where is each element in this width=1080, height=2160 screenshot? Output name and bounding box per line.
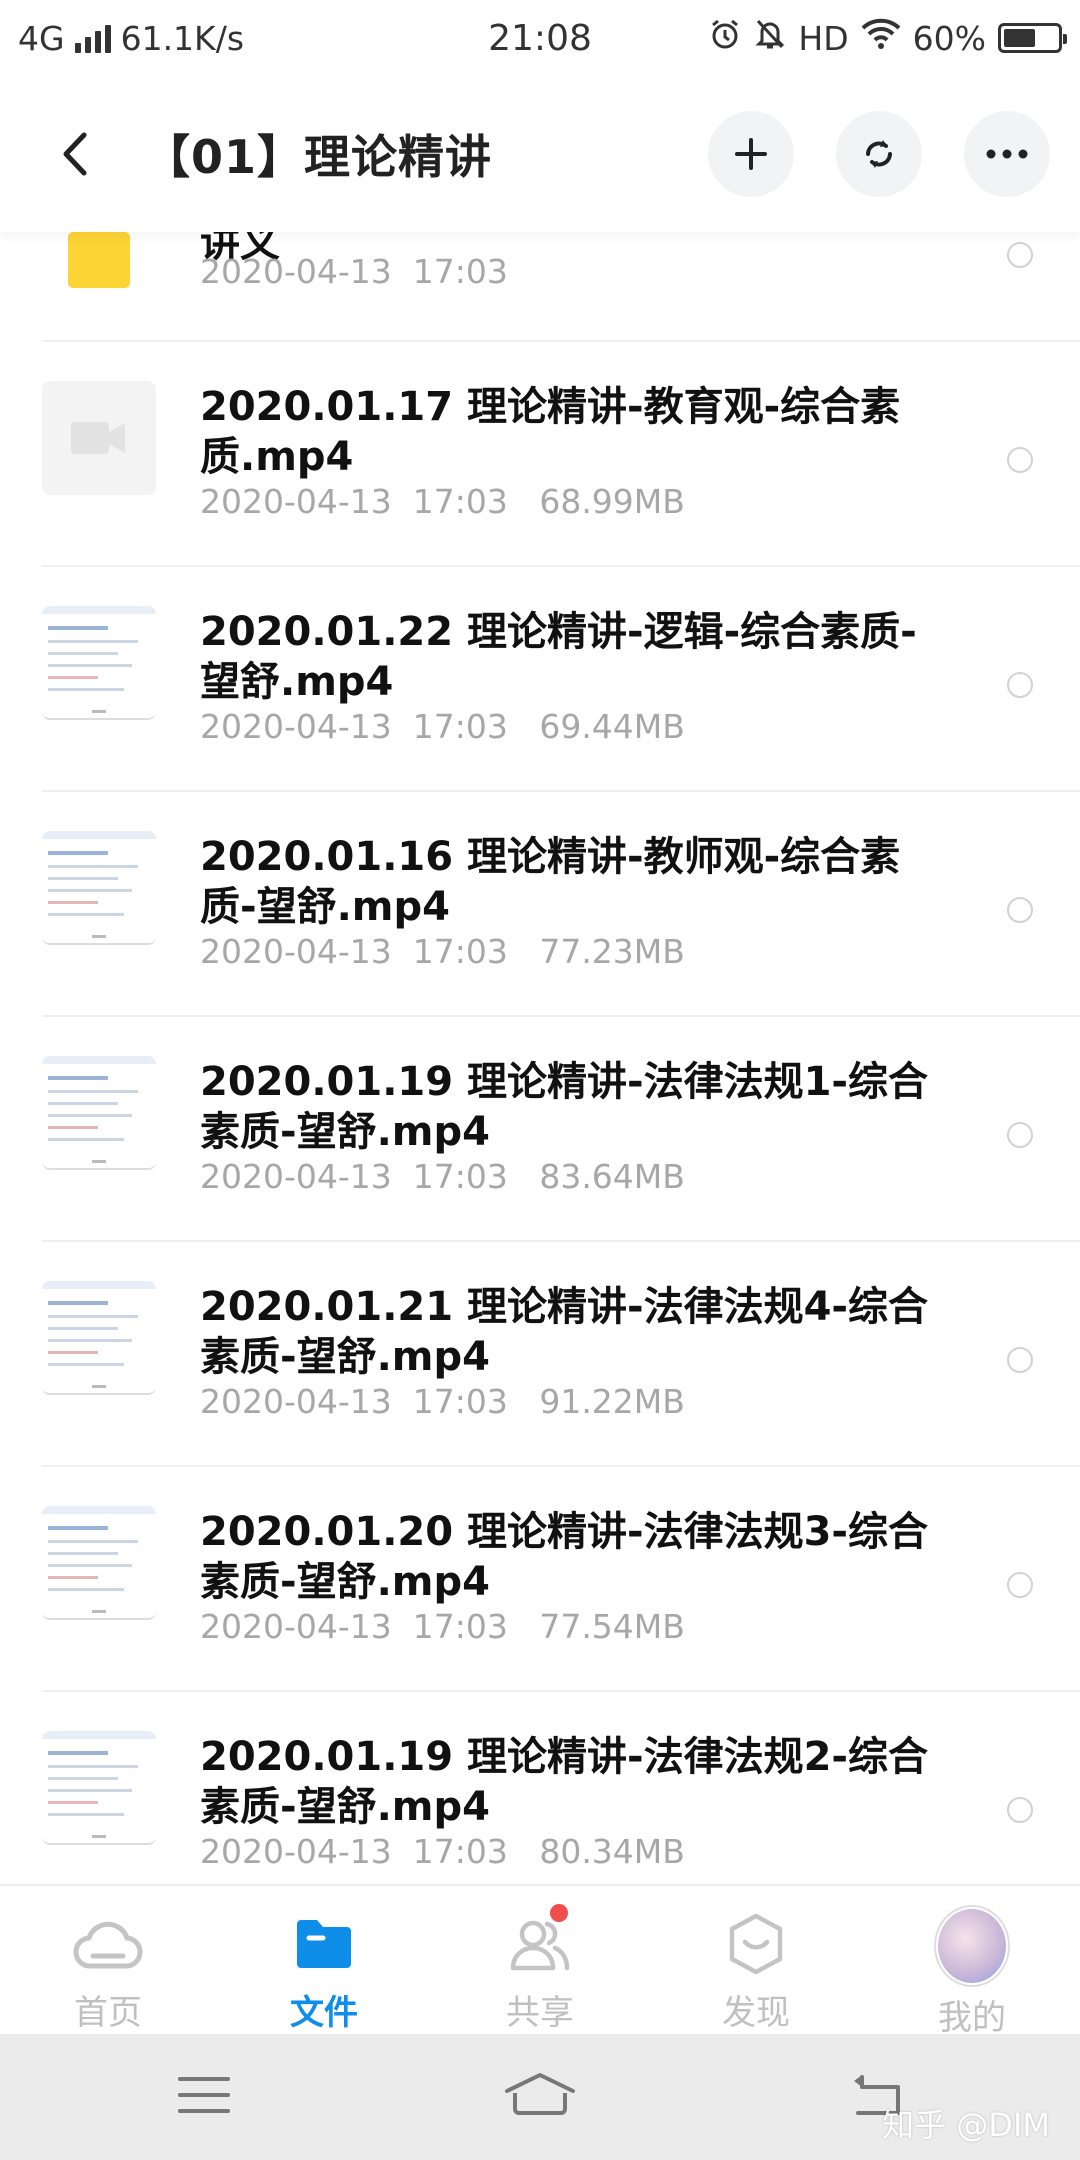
select-radio[interactable] bbox=[1007, 672, 1033, 698]
status-left: 4G 61.1K/s bbox=[18, 19, 708, 58]
signal-icon bbox=[74, 23, 111, 53]
select-radio[interactable] bbox=[1007, 897, 1033, 923]
file-meta: 2020-04-13 17:03 69.44MB bbox=[200, 707, 685, 746]
tab-label: 文件 bbox=[290, 1993, 358, 2033]
folder-meta: 2020-04-13 17:03 bbox=[200, 252, 508, 291]
file-name: 2020.01.16 理论精讲-教师观-综合素质-望舒.mp4 bbox=[200, 834, 901, 930]
add-button[interactable] bbox=[708, 111, 794, 197]
list-item[interactable]: 2020.01.20 理论精讲-法律法规3-综合素质-望舒.mp4 2020-04… bbox=[0, 1467, 1080, 1692]
file-meta: 2020-04-13 17:03 83.64MB bbox=[200, 1157, 685, 1196]
file-meta: 2020-04-13 17:03 91.22MB bbox=[200, 1382, 685, 1421]
cloud-icon bbox=[72, 1910, 144, 1977]
header: 【01】理论精讲 bbox=[0, 76, 1080, 232]
select-radio[interactable] bbox=[1007, 1797, 1033, 1823]
list-item[interactable]: 2020.01.22 理论精讲-逻辑-综合素质-望舒.mp4 2020-04-13… bbox=[0, 567, 1080, 792]
file-meta: 2020-04-13 17:03 68.99MB bbox=[200, 482, 685, 521]
tab-label: 我的 bbox=[938, 1998, 1006, 2038]
file-name: 2020.01.22 理论精讲-逻辑-综合素质-望舒.mp4 bbox=[200, 609, 917, 705]
tab-label: 首页 bbox=[74, 1993, 142, 2033]
select-radio[interactable] bbox=[1007, 242, 1033, 268]
bottom-tab-bar: 首页 文件 共享 发现 我的 bbox=[0, 1884, 1080, 2038]
people-icon bbox=[504, 1910, 576, 1977]
page-title: 【01】理论精讲 bbox=[144, 130, 493, 184]
list-item[interactable]: 2020.01.19 理论精讲-法律法规1-综合素质-望舒.mp4 2020-04… bbox=[0, 1017, 1080, 1242]
avatar bbox=[936, 1907, 1008, 1985]
notification-dot bbox=[550, 1904, 568, 1922]
file-meta: 2020-04-13 17:03 77.54MB bbox=[200, 1607, 685, 1646]
battery-percent: 60% bbox=[912, 18, 986, 58]
video-thumbnail bbox=[42, 1506, 156, 1620]
tab-me[interactable]: 我的 bbox=[864, 1886, 1080, 2038]
file-name: 2020.01.19 理论精讲-法律法规1-综合素质-望舒.mp4 bbox=[200, 1059, 929, 1155]
select-radio[interactable] bbox=[1007, 1347, 1033, 1373]
file-name: 2020.01.21 理论精讲-法律法规4-综合素质-望舒.mp4 bbox=[200, 1284, 929, 1380]
discover-icon bbox=[720, 1910, 792, 1977]
list-item[interactable]: 2020.01.17 理论精讲-教育观-综合素质.mp4 2020-04-13 1… bbox=[0, 342, 1080, 567]
list-item[interactable]: 2020.01.19 理论精讲-法律法规2-综合素质-望舒.mp4 2020-04… bbox=[0, 1692, 1080, 1884]
tab-files[interactable]: 文件 bbox=[216, 1886, 432, 2034]
file-name: 2020.01.19 理论精讲-法律法规2-综合素质-望舒.mp4 bbox=[200, 1734, 929, 1830]
folder-icon bbox=[68, 232, 130, 288]
select-radio[interactable] bbox=[1007, 1572, 1033, 1598]
list-item-folder[interactable]: 讲义 2020-04-13 17:03 bbox=[0, 232, 1080, 342]
menu-icon bbox=[177, 2077, 230, 2113]
network-speed: 61.1K/s bbox=[120, 18, 245, 58]
video-thumbnail bbox=[42, 1281, 156, 1395]
video-thumbnail bbox=[42, 1056, 156, 1170]
select-radio[interactable] bbox=[1007, 447, 1033, 473]
tab-label: 共享 bbox=[506, 1993, 574, 2033]
file-meta: 2020-04-13 17:03 80.34MB bbox=[200, 1832, 685, 1871]
home-icon bbox=[504, 2073, 575, 2115]
mute-bell-icon bbox=[754, 17, 786, 59]
list-item[interactable]: 2020.01.21 理论精讲-法律法规4-综合素质-望舒.mp4 2020-04… bbox=[0, 1242, 1080, 1467]
folder-icon bbox=[288, 1910, 360, 1977]
more-dots-icon bbox=[986, 149, 1028, 159]
battery-icon bbox=[998, 23, 1067, 53]
alarm-icon bbox=[708, 17, 742, 59]
chevron-left-icon bbox=[63, 132, 87, 176]
video-thumbnail bbox=[42, 831, 156, 945]
more-button[interactable] bbox=[964, 111, 1050, 197]
file-name: 2020.01.17 理论精讲-教育观-综合素质.mp4 bbox=[200, 384, 901, 480]
tab-label: 发现 bbox=[722, 1993, 790, 2033]
tab-share[interactable]: 共享 bbox=[432, 1886, 648, 2034]
file-list[interactable]: 讲义 2020-04-13 17:03 2020.01.17 理论精讲-教育观-… bbox=[0, 232, 1080, 1884]
watermark: 知乎 @DIM bbox=[882, 2106, 1050, 2144]
refresh-icon bbox=[866, 140, 892, 168]
status-bar: 4G 61.1K/s 21:08 HD 60% bbox=[0, 0, 1080, 76]
hd-indicator: HD bbox=[798, 18, 849, 58]
tab-home[interactable]: 首页 bbox=[0, 1886, 216, 2034]
sync-button[interactable] bbox=[836, 111, 922, 197]
wifi-icon bbox=[861, 18, 901, 58]
menu-button[interactable] bbox=[176, 2073, 232, 2121]
file-meta: 2020-04-13 17:03 77.23MB bbox=[200, 932, 685, 971]
select-radio[interactable] bbox=[1007, 1122, 1033, 1148]
network-type: 4G bbox=[18, 18, 65, 58]
back-button[interactable] bbox=[44, 124, 104, 184]
file-name: 2020.01.20 理论精讲-法律法规3-综合素质-望舒.mp4 bbox=[200, 1509, 929, 1605]
tab-discover[interactable]: 发现 bbox=[648, 1886, 864, 2034]
list-item[interactable]: 2020.01.16 理论精讲-教师观-综合素质-望舒.mp4 2020-04-1… bbox=[0, 792, 1080, 1017]
video-thumbnail bbox=[42, 1731, 156, 1845]
video-thumbnail bbox=[42, 606, 156, 720]
video-file-icon bbox=[42, 381, 156, 495]
status-right: HD 60% bbox=[708, 17, 1067, 59]
home-button[interactable] bbox=[503, 2071, 577, 2123]
plus-icon bbox=[735, 138, 767, 170]
